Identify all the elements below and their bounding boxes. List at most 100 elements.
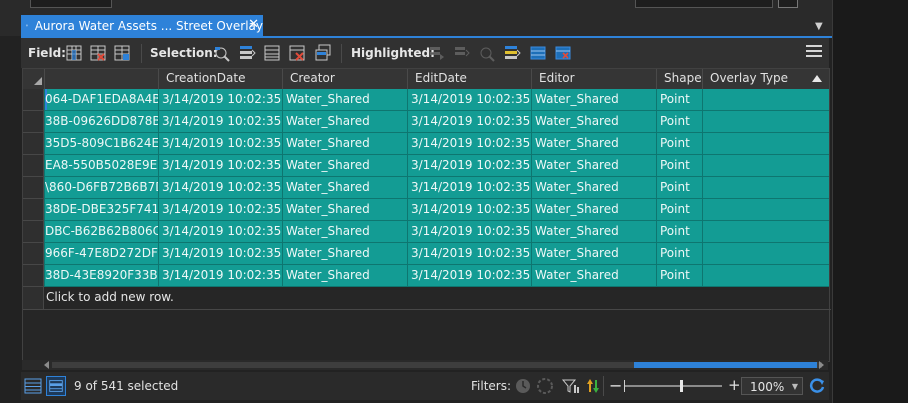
- cell-globalid[interactable]: \860-D6FB72B6B7DA}: [44, 177, 159, 199]
- cell-creationdate[interactable]: 3/14/2019 10:02:35 PM: [158, 177, 282, 199]
- column-header-creationdate[interactable]: CreationDate: [158, 69, 282, 89]
- table-row[interactable]: EA8-550B5028E9E2}3/14/2019 10:02:35 PMWa…: [23, 155, 829, 177]
- zoom-to-selection-icon[interactable]: [238, 44, 256, 62]
- time-filter-icon[interactable]: [513, 376, 533, 396]
- cell-overlay-type[interactable]: [702, 199, 829, 221]
- cell-editdate[interactable]: 3/14/2019 10:02:35 PM: [407, 221, 531, 243]
- cell-overlay-type[interactable]: [702, 89, 829, 111]
- scroll-left-icon[interactable]: [44, 361, 49, 369]
- cell-creationdate[interactable]: 3/14/2019 10:02:35 PM: [158, 111, 282, 133]
- cell-overlay-type[interactable]: [702, 265, 829, 287]
- cell-editdate[interactable]: 3/14/2019 10:02:35 PM: [407, 111, 531, 133]
- cell-shape[interactable]: Point: [656, 177, 702, 199]
- highlight-clear-icon[interactable]: [529, 44, 547, 62]
- table-row[interactable]: 35D5-809C1B624EE7}3/14/2019 10:02:35 PMW…: [23, 133, 829, 155]
- scrollbar-thumb[interactable]: [634, 362, 817, 368]
- cell-editdate[interactable]: 3/14/2019 10:02:35 PM: [407, 177, 531, 199]
- scroll-right-icon[interactable]: [819, 361, 824, 369]
- column-header-globalid[interactable]: [44, 69, 159, 89]
- cell-editdate[interactable]: 3/14/2019 10:02:35 PM: [407, 89, 531, 111]
- cell-shape[interactable]: Point: [656, 155, 702, 177]
- table-row[interactable]: 966F-47E8D272DFC1}3/14/2019 10:02:35 PMW…: [23, 243, 829, 265]
- column-header-editdate[interactable]: EditDate: [407, 69, 531, 89]
- table-row[interactable]: 38B-09626DD878B4}3/14/2019 10:02:35 PMWa…: [23, 111, 829, 133]
- highlight-zoom-icon[interactable]: [453, 44, 471, 62]
- show-selected-records-icon[interactable]: [46, 376, 66, 396]
- table-row[interactable]: \860-D6FB72B6B7DA}3/14/2019 10:02:35 PMW…: [23, 177, 829, 199]
- cell-overlay-type[interactable]: [702, 243, 829, 265]
- cell-editor[interactable]: Water_Shared: [531, 133, 656, 155]
- cell-shape[interactable]: Point: [656, 89, 702, 111]
- column-header-creator[interactable]: Creator: [282, 69, 407, 89]
- row-header[interactable]: [23, 199, 44, 221]
- tab-attribute-table[interactable]: Aurora Water Assets ... Street Overlay ✕: [21, 15, 263, 36]
- cell-editor[interactable]: Water_Shared: [531, 243, 656, 265]
- row-header[interactable]: [23, 89, 44, 111]
- cell-creator[interactable]: Water_Shared: [282, 111, 407, 133]
- cell-overlay-type[interactable]: [702, 111, 829, 133]
- highlight-pan-icon[interactable]: [428, 44, 446, 62]
- cell-creator[interactable]: Water_Shared: [282, 155, 407, 177]
- cell-overlay-type[interactable]: [702, 177, 829, 199]
- cell-editdate[interactable]: 3/14/2019 10:02:35 PM: [407, 155, 531, 177]
- zoom-level-select[interactable]: 100% ▼: [741, 377, 803, 395]
- row-header[interactable]: [23, 155, 44, 177]
- cell-editor[interactable]: Water_Shared: [531, 199, 656, 221]
- column-header-overlay-type[interactable]: Overlay Type: [702, 69, 829, 89]
- chevron-down-icon[interactable]: ▼: [815, 21, 829, 32]
- cell-creator[interactable]: Water_Shared: [282, 199, 407, 221]
- hamburger-menu-icon[interactable]: [806, 45, 822, 61]
- cell-editor[interactable]: Water_Shared: [531, 155, 656, 177]
- cell-editor[interactable]: Water_Shared: [531, 177, 656, 199]
- cell-shape[interactable]: Point: [656, 243, 702, 265]
- cell-creator[interactable]: Water_Shared: [282, 89, 407, 111]
- zoom-out-button[interactable]: −: [609, 376, 622, 395]
- field-calc-icon[interactable]: [113, 44, 131, 62]
- cell-overlay-type[interactable]: [702, 133, 829, 155]
- cell-globalid[interactable]: 064-DAF1EDA8A4B5}: [44, 89, 159, 111]
- cell-globalid[interactable]: 38D-43E8920F33BF}: [44, 265, 159, 287]
- sort-arrows-icon[interactable]: [583, 376, 603, 396]
- copy-selection-icon[interactable]: [314, 44, 332, 62]
- cell-editdate[interactable]: 3/14/2019 10:02:35 PM: [407, 243, 531, 265]
- field-add-icon[interactable]: [65, 44, 83, 62]
- table-row[interactable]: 064-DAF1EDA8A4B5}3/14/2019 10:02:35 PMWa…: [23, 89, 829, 111]
- row-header[interactable]: [23, 221, 44, 243]
- row-header[interactable]: [23, 265, 44, 287]
- clear-selection-icon[interactable]: [288, 44, 306, 62]
- horizontal-scrollbar[interactable]: [22, 360, 828, 370]
- cell-creationdate[interactable]: 3/14/2019 10:02:35 PM: [158, 89, 282, 111]
- cell-overlay-type[interactable]: [702, 221, 829, 243]
- cell-globalid[interactable]: 38B-09626DD878B4}: [44, 111, 159, 133]
- row-header[interactable]: [23, 243, 44, 265]
- cell-overlay-type[interactable]: [702, 155, 829, 177]
- highlight-flash-icon[interactable]: [478, 44, 496, 62]
- cell-creationdate[interactable]: 3/14/2019 10:02:35 PM: [158, 243, 282, 265]
- row-header[interactable]: [23, 177, 44, 199]
- cell-shape[interactable]: Point: [656, 133, 702, 155]
- cell-globalid[interactable]: EA8-550B5028E9E2}: [44, 155, 159, 177]
- cell-creationdate[interactable]: 3/14/2019 10:02:35 PM: [158, 155, 282, 177]
- cell-editor[interactable]: Water_Shared: [531, 221, 656, 243]
- cell-editor[interactable]: Water_Shared: [531, 265, 656, 287]
- cell-creationdate[interactable]: 3/14/2019 10:02:35 PM: [158, 265, 282, 287]
- zoom-in-button[interactable]: +: [728, 376, 741, 394]
- cell-creator[interactable]: Water_Shared: [282, 265, 407, 287]
- show-all-records-icon[interactable]: [23, 376, 43, 396]
- close-icon[interactable]: ✕: [248, 17, 259, 32]
- row-header[interactable]: [23, 111, 44, 133]
- cell-editdate[interactable]: 3/14/2019 10:02:35 PM: [407, 133, 531, 155]
- field-delete-icon[interactable]: [89, 44, 107, 62]
- column-header-editor[interactable]: Editor: [531, 69, 656, 89]
- column-header-shape[interactable]: Shape: [656, 69, 702, 89]
- cell-creator[interactable]: Water_Shared: [282, 133, 407, 155]
- range-filter-icon[interactable]: [535, 376, 555, 396]
- cell-creationdate[interactable]: 3/14/2019 10:02:35 PM: [158, 133, 282, 155]
- table-row[interactable]: 38D-43E8920F33BF}3/14/2019 10:02:35 PMWa…: [23, 265, 829, 287]
- highlight-switch-icon[interactable]: [503, 44, 521, 62]
- cell-globalid[interactable]: 966F-47E8D272DFC1}: [44, 243, 159, 265]
- cell-globalid[interactable]: 38DE-DBE325F74199}: [44, 199, 159, 221]
- cell-editdate[interactable]: 3/14/2019 10:02:35 PM: [407, 199, 531, 221]
- cell-editor[interactable]: Water_Shared: [531, 89, 656, 111]
- row-header[interactable]: [23, 133, 44, 155]
